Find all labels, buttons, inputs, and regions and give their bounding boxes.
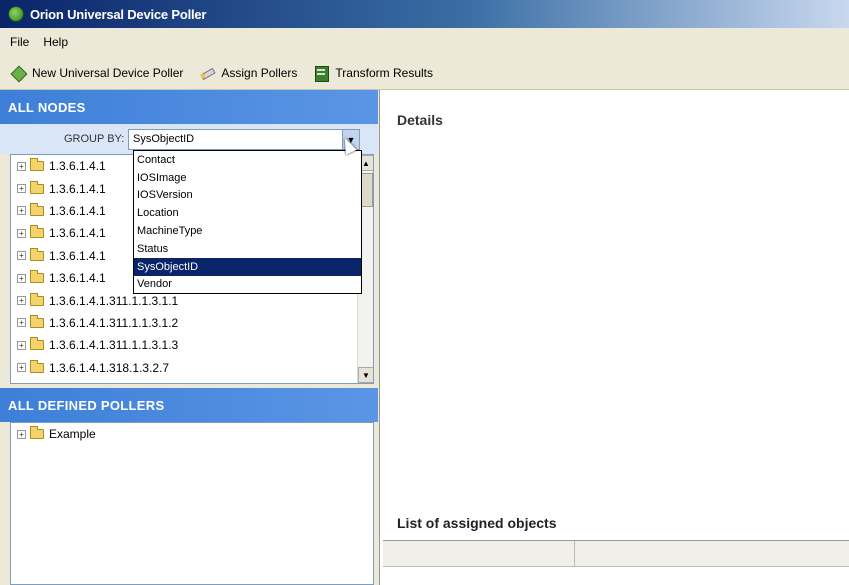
new-universal-device-poller-button[interactable]: New Universal Device Poller [10,65,183,81]
dropdown-option[interactable]: Vendor [134,276,361,294]
dropdown-option-selected[interactable]: SysObjectID [134,257,361,276]
tree-node-label: 1.3.6.1.4.1 [49,271,106,286]
dropdown-option[interactable]: Contact [134,151,361,169]
assign-pollers-icon [199,65,215,81]
app-icon [8,6,24,22]
assigned-objects-title: List of assigned objects [397,515,557,531]
grid-column-header[interactable] [575,541,849,567]
dropdown-option[interactable]: MachineType [134,222,361,240]
assign-pollers-button[interactable]: Assign Pollers [199,65,297,81]
expand-icon[interactable]: + [17,251,26,261]
tree-node[interactable]: +1.3.6.1.4.1.311.1.1.3.1.2 [11,312,373,334]
new-poller-icon [10,65,26,81]
poller-node[interactable]: + Example [11,423,373,445]
dropdown-option[interactable]: Location [134,204,361,222]
folder-icon [30,314,44,328]
expand-icon[interactable]: + [17,273,26,283]
grid-row[interactable] [383,567,849,585]
transform-results-icon [313,65,330,82]
folder-icon [30,359,44,373]
group-by-value: SysObjectID [133,133,195,145]
tree-node[interactable]: +1.3.6.1.4.1.318.1.3.2.7 [11,357,373,379]
tree-node-label: 1.3.6.1.4.1.318.1.3.2.7 [49,360,170,375]
tree-node[interactable]: +1.3.6.1.4.1.311.1.1.3.1.3 [11,334,373,356]
folder-icon [30,225,44,239]
grid-header [383,541,849,567]
window-title: Orion Universal Device Poller [30,6,207,22]
title-bar: Orion Universal Device Poller [0,0,849,28]
poller-label: Example [49,427,96,442]
transform-results-label: Transform Results [335,65,433,80]
expand-icon[interactable]: + [17,228,26,238]
expand-icon[interactable]: + [17,429,26,439]
menu-help[interactable]: Help [43,35,68,49]
folder-icon [30,158,44,172]
tree-node-label: 1.3.6.1.4.1.311.1.1.3.1.3 [49,338,179,353]
folder-icon [30,337,44,351]
group-by-select[interactable]: SysObjectID ▼ [128,129,360,150]
folder-icon [30,202,44,216]
expand-icon[interactable]: + [17,161,26,171]
expand-icon[interactable]: + [17,363,26,373]
tree-node-label: 1.3.6.1.4.1 [49,203,106,218]
transform-results-button[interactable]: Transform Results [313,65,433,82]
group-by-label: GROUP BY: [64,133,125,145]
expand-icon[interactable]: + [17,296,26,306]
folder-icon [30,292,44,306]
expand-icon[interactable]: + [17,184,26,194]
tree-node-label: 1.3.6.1.4.1 [49,159,106,174]
toolbar: New Universal Device Poller Assign Polle… [0,56,849,90]
folder-icon [30,180,44,194]
scroll-down-icon[interactable]: ▼ [358,367,373,383]
new-poller-label: New Universal Device Poller [32,65,184,80]
right-pane: Details List of assigned objects [381,90,849,585]
all-defined-pollers-header: ALL DEFINED POLLERS [0,388,378,422]
folder-icon [30,426,44,440]
grid-column-header[interactable] [383,541,575,567]
expand-icon[interactable]: + [17,206,26,216]
dropdown-option[interactable]: IOSImage [134,169,361,187]
dropdown-option[interactable]: Status [134,240,361,258]
folder-icon [30,270,44,284]
menu-bar: File Help [0,28,849,56]
pollers-tree[interactable]: + Example [10,422,374,585]
tree-node-label: 1.3.6.1.4.1 [49,226,106,241]
assigned-objects-grid[interactable] [383,540,849,585]
group-by-dropdown[interactable]: Contact IOSImage IOSVersion Location Mac… [133,150,362,294]
details-title: Details [397,112,443,128]
tree-node-label: 1.3.6.1.4.1 [49,181,106,196]
tree-node-label: 1.3.6.1.4.1 [49,248,106,263]
folder-icon [30,247,44,261]
dropdown-option[interactable]: IOSVersion [134,187,361,205]
expand-icon[interactable]: + [17,318,26,328]
assign-pollers-label: Assign Pollers [221,65,298,80]
tree-node-label: 1.3.6.1.4.1.311.1.1.3.1.1 [49,293,179,308]
all-nodes-header: ALL NODES [0,90,378,124]
menu-file[interactable]: File [10,35,29,49]
expand-icon[interactable]: + [17,340,26,350]
tree-node-label: 1.3.6.1.4.1.311.1.1.3.1.2 [49,315,179,330]
